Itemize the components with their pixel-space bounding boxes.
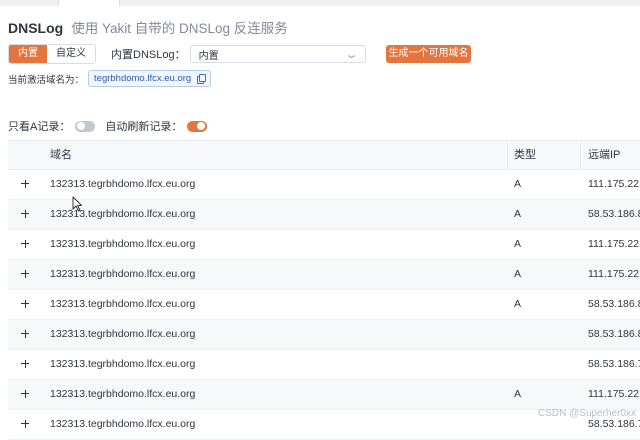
current-domain-row: 当前激活域名为： tegrbhdomo.lfcx.eu.org — [8, 70, 212, 87]
table-row[interactable]: 132313.tegrbhdomo.lfcx.eu.org 58.53.186.8 — [8, 320, 640, 350]
table-row[interactable]: 132313.tegrbhdomo.lfcx.eu.org A 58.53.186.… — [8, 290, 640, 320]
chevron-down-icon: ⌄ — [345, 48, 359, 61]
row-type: A — [514, 298, 522, 310]
row-remote-ip: 58.53.186.8 — [588, 328, 640, 340]
dnslog-table: 域名 类型 远端IP 132313.tegrbhdomo.lfcx.eu.org… — [8, 140, 640, 440]
row-type: A — [514, 178, 522, 190]
auto-refresh-switch[interactable] — [187, 120, 208, 132]
dnslog-select-label: 内置DNSLog： — [111, 49, 186, 61]
generate-domain-button[interactable]: 生成一个可用域名 — [386, 45, 471, 63]
table-header: 域名 类型 远端IP — [8, 140, 640, 170]
row-domain: 132313.tegrbhdomo.lfcx.eu.org — [50, 298, 196, 310]
page-header: DNSLog 使用 Yakit 自带的 DNSLog 反连服务 — [8, 17, 288, 37]
row-domain: 132313.tegrbhdomo.lfcx.eu.org — [50, 358, 196, 370]
row-domain: 132313.tegrbhdomo.lfcx.eu.org — [50, 388, 196, 400]
only-a-record-switch[interactable] — [75, 120, 96, 132]
column-header-remote-ip[interactable]: 远端IP — [588, 141, 620, 169]
watermark: CSDN @Superher0xx — [538, 408, 636, 419]
expand-row-icon[interactable] — [20, 329, 30, 339]
custom-mode-button[interactable]: 自定义 — [47, 45, 95, 63]
page-title: DNSLog — [8, 20, 64, 36]
row-domain: 132313.tegrbhdomo.lfcx.eu.org — [50, 328, 196, 340]
page-subtitle: 使用 Yakit 自带的 DNSLog 反连服务 — [71, 21, 288, 36]
row-remote-ip: 58.53.186.7 — [588, 358, 640, 370]
table-row[interactable]: 132313.tegrbhdomo.lfcx.eu.org A 58.53.186.… — [8, 200, 640, 230]
expand-row-icon[interactable] — [20, 299, 30, 309]
row-type: A — [514, 388, 522, 400]
builtin-mode-button[interactable]: 内置 — [9, 45, 47, 63]
row-type: A — [514, 208, 522, 220]
row-type: A — [514, 238, 522, 250]
table-row[interactable]: 132313.tegrbhdomo.lfcx.eu.org A 111.175.22… — [8, 170, 640, 200]
table-body: 132313.tegrbhdomo.lfcx.eu.org A 111.175.22… — [8, 170, 640, 440]
row-domain: 132313.tegrbhdomo.lfcx.eu.org — [50, 268, 196, 280]
column-header-type[interactable]: 类型 — [514, 141, 536, 169]
current-domain-value: tegrbhdomo.lfcx.eu.org — [94, 73, 192, 84]
row-domain: 132313.tegrbhdomo.lfcx.eu.org — [50, 178, 196, 190]
column-header-domain[interactable]: 域名 — [50, 141, 72, 169]
auto-refresh-label: 自动刷新记录： — [105, 121, 183, 133]
table-row[interactable]: 132313.tegrbhdomo.lfcx.eu.org A 111.175.22… — [8, 380, 640, 410]
table-row[interactable]: 132313.tegrbhdomo.lfcx.eu.org 58.53.186.7 — [8, 350, 640, 380]
expand-row-icon[interactable] — [20, 209, 30, 219]
row-type: A — [514, 268, 522, 280]
row-domain: 132313.tegrbhdomo.lfcx.eu.org — [50, 238, 196, 250]
expand-row-icon[interactable] — [20, 239, 30, 249]
expand-row-icon[interactable] — [20, 269, 30, 279]
copy-icon[interactable] — [197, 74, 207, 84]
control-row: 内置 自定义 内置DNSLog： 内置 ⌄ — [8, 44, 366, 64]
current-domain-label: 当前激活域名为： — [8, 74, 85, 86]
dnslog-select[interactable]: 内置 ⌄ — [189, 45, 366, 63]
mode-segmented-control: 内置 自定义 — [8, 44, 96, 64]
row-remote-ip: 111.175.221 — [588, 178, 640, 190]
row-remote-ip: 111.175.221 — [588, 238, 640, 250]
table-row[interactable]: 132313.tegrbhdomo.lfcx.eu.org A 111.175.22… — [8, 230, 640, 260]
mouse-pointer-icon — [72, 196, 82, 212]
row-remote-ip: 111.175.221 — [588, 388, 640, 400]
current-domain-tag: tegrbhdomo.lfcx.eu.org — [88, 70, 212, 87]
table-row[interactable]: 132313.tegrbhdomo.lfcx.eu.org A 111.175.22… — [8, 260, 640, 290]
only-a-record-label: 只看A记录： — [8, 121, 71, 133]
row-remote-ip: 58.53.186.8 — [588, 298, 640, 310]
active-tab-edge[interactable] — [58, 0, 120, 6]
row-remote-ip: 111.175.221 — [588, 268, 640, 280]
row-remote-ip: 58.53.186.8 — [588, 208, 640, 220]
filter-toggles: 只看A记录： 自动刷新记录： — [8, 118, 208, 134]
expand-row-icon[interactable] — [20, 359, 30, 369]
expand-row-icon[interactable] — [20, 419, 30, 429]
dnslog-select-value: 内置 — [198, 50, 219, 62]
expand-row-icon[interactable] — [20, 179, 30, 189]
top-tab-strip — [0, 0, 640, 6]
expand-row-icon[interactable] — [20, 389, 30, 399]
